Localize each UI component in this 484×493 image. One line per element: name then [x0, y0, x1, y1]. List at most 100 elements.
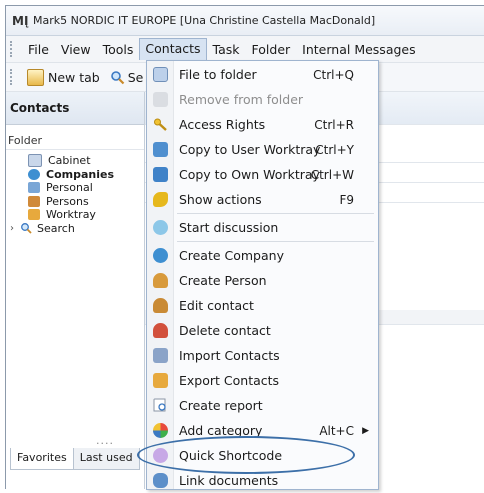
- tree-item-label: Search: [37, 221, 75, 235]
- menu-item-label: Remove from folder: [179, 92, 304, 107]
- menu-item-file-to-folder[interactable]: File to folder Ctrl+Q: [147, 62, 378, 87]
- delete-contact-icon: [153, 323, 168, 338]
- create-person-icon: [153, 273, 168, 288]
- menu-separator: [177, 241, 374, 242]
- menu-item-shortcut: Ctrl+Q: [313, 67, 354, 82]
- menu-item-show-actions[interactable]: Show actions F9: [147, 187, 378, 212]
- menu-item-shortcut: Alt+C: [319, 423, 354, 438]
- menu-item-delete-contact[interactable]: Delete contact: [147, 318, 378, 343]
- contacts-dropdown-menu: File to folder Ctrl+Q Remove from folder…: [146, 60, 379, 490]
- tree-item-cabinet[interactable]: Cabinet: [6, 154, 144, 168]
- menu-item-label: Create Person: [179, 273, 267, 288]
- menu-task[interactable]: Task: [207, 39, 246, 60]
- copy-user-worktray-icon: [153, 142, 168, 157]
- export-icon: [153, 373, 168, 388]
- menu-item-import-contacts[interactable]: Import Contacts: [147, 343, 378, 368]
- menu-item-label: Export Contacts: [179, 373, 280, 388]
- menu-item-access-rights[interactable]: Access Rights Ctrl+R: [147, 112, 378, 137]
- show-actions-icon: [153, 192, 168, 207]
- menu-item-create-report[interactable]: Create report: [147, 393, 378, 418]
- tree-item-label: Companies: [46, 167, 114, 181]
- remove-from-folder-icon: [153, 92, 168, 107]
- menu-contacts[interactable]: Contacts: [139, 38, 207, 60]
- menu-item-export-contacts[interactable]: Export Contacts: [147, 368, 378, 393]
- menu-item-label: Import Contacts: [179, 348, 280, 363]
- worktray-icon: [28, 209, 40, 221]
- menu-item-label: Delete contact: [179, 323, 271, 338]
- menu-item-shortcut: F9: [339, 192, 354, 207]
- folder-tree: Cabinet Companies Personal Persons Workt…: [6, 150, 144, 235]
- menu-item-remove-from-folder[interactable]: Remove from folder: [147, 87, 378, 112]
- tree-item-personal[interactable]: Personal: [6, 181, 144, 195]
- import-icon: [153, 348, 168, 363]
- search-button[interactable]: Se: [105, 68, 149, 87]
- menu-item-quick-shortcode[interactable]: Quick Shortcode: [147, 443, 378, 468]
- tree-item-label: Persons: [46, 194, 89, 208]
- tree-item-label: Personal: [46, 181, 93, 195]
- report-icon: [153, 398, 166, 412]
- window-title: Mark5 NORDIC IT EUROPE [Una Christine Ca…: [33, 14, 376, 27]
- link-icon: [153, 473, 168, 488]
- menu-item-shortcut: Ctrl+R: [314, 117, 354, 132]
- personal-icon: [28, 182, 40, 194]
- menu-item-shortcut: Ctrl+Y: [315, 142, 354, 157]
- key-icon: [154, 118, 167, 131]
- shortcode-icon: [153, 448, 168, 463]
- menu-item-label: Link documents: [179, 473, 279, 488]
- menu-item-label: Access Rights: [179, 117, 266, 132]
- category-icon: [153, 423, 168, 438]
- menu-item-add-category[interactable]: Add category Alt+C ▶: [147, 418, 378, 443]
- new-tab-icon: [27, 68, 44, 86]
- menu-item-copy-user-worktray[interactable]: Copy to User Worktray Ctrl+Y: [147, 137, 378, 162]
- copy-own-worktray-icon: [153, 167, 168, 182]
- tree-item-worktray[interactable]: Worktray: [6, 208, 144, 222]
- menu-item-label: Create Company: [179, 248, 284, 263]
- new-tab-label: New tab: [48, 69, 100, 85]
- toolbar-grip[interactable]: [10, 69, 16, 85]
- persons-icon: [28, 195, 40, 207]
- menu-item-create-company[interactable]: Create Company: [147, 243, 378, 268]
- folder-column-header: Folder: [6, 131, 144, 150]
- menu-folder[interactable]: Folder: [246, 39, 297, 60]
- menubar-grip[interactable]: [10, 41, 16, 57]
- tree-item-persons[interactable]: Persons: [6, 195, 144, 209]
- cabinet-icon: [28, 154, 42, 168]
- menu-item-start-discussion[interactable]: Start discussion: [147, 215, 378, 240]
- tab-last-used[interactable]: Last used: [73, 448, 140, 470]
- file-to-folder-icon: [153, 67, 168, 82]
- menu-item-label: Show actions: [179, 192, 262, 207]
- expand-arrow-icon[interactable]: ›: [10, 223, 20, 234]
- create-company-icon: [153, 248, 168, 263]
- menu-separator: [177, 213, 374, 214]
- menu-item-label: Copy to User Worktray: [179, 142, 321, 157]
- tree-item-search[interactable]: › Search: [6, 222, 144, 236]
- app-logo-icon: MĮ: [12, 13, 29, 28]
- menu-file[interactable]: File: [22, 39, 55, 60]
- menu-view[interactable]: View: [55, 39, 97, 60]
- menu-item-create-person[interactable]: Create Person: [147, 268, 378, 293]
- submenu-arrow-icon: ▶: [362, 425, 369, 436]
- magnifier-icon: [110, 70, 125, 84]
- discussion-icon: [153, 220, 168, 235]
- tab-favorites[interactable]: Favorites: [10, 448, 74, 470]
- title-bar: MĮ Mark5 NORDIC IT EUROPE [Una Christine…: [6, 6, 484, 36]
- menu-item-shortcut: Ctrl+W: [310, 167, 354, 182]
- new-tab-button[interactable]: New tab: [22, 67, 105, 88]
- panel-tabs: Favorites Last used: [6, 448, 144, 470]
- panel-title: Contacts: [6, 92, 144, 125]
- menu-item-label: File to folder: [179, 67, 257, 82]
- menu-tools[interactable]: Tools: [97, 39, 140, 60]
- menu-item-link-documents[interactable]: Link documents: [147, 468, 378, 493]
- menu-item-label: Add category: [179, 423, 263, 438]
- menu-item-copy-own-worktray[interactable]: Copy to Own Worktray Ctrl+W: [147, 162, 378, 187]
- menu-item-edit-contact[interactable]: Edit contact: [147, 293, 378, 318]
- tree-item-companies[interactable]: Companies: [6, 168, 144, 182]
- edit-contact-icon: [153, 298, 168, 313]
- contacts-panel: Contacts Folder Cabinet Companies Person…: [6, 92, 145, 489]
- menu-internal-messages[interactable]: Internal Messages: [296, 39, 421, 60]
- menu-item-label: Start discussion: [179, 220, 279, 235]
- menu-item-label: Edit contact: [179, 298, 254, 313]
- tree-item-label: Cabinet: [48, 154, 91, 168]
- search-icon: [21, 223, 32, 234]
- companies-icon: [28, 168, 40, 180]
